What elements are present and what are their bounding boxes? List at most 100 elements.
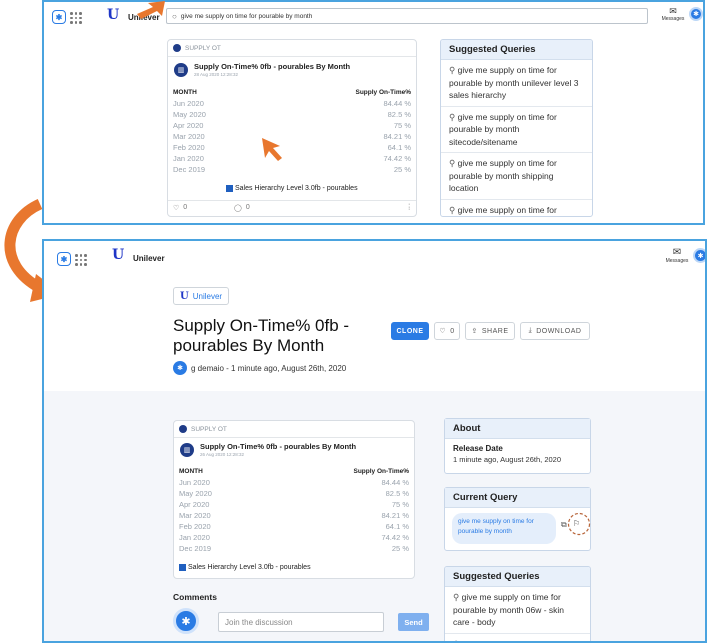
- card-divider: [168, 56, 416, 57]
- current-query-panel: Current Query give me supply on time for…: [444, 487, 591, 551]
- author-avatar[interactable]: ✱: [173, 361, 187, 375]
- download-label: DOWNLOAD: [536, 327, 582, 335]
- search-icon: ⚲: [449, 65, 458, 75]
- clone-button[interactable]: CLONE: [391, 322, 429, 340]
- download-button[interactable]: ⤓ DOWNLOAD: [520, 322, 590, 340]
- card-footer-label: Sales Hierarchy Level 3.0fb - pourables: [188, 564, 311, 571]
- suggested-query-item[interactable]: ⚲ give me supply on time for: [445, 634, 590, 642]
- copy-icon[interactable]: ⧉: [561, 520, 567, 530]
- unilever-logo: U: [180, 290, 189, 302]
- share-label: SHARE: [481, 327, 509, 335]
- page-title-line1: Supply On-Time% 0fb -: [173, 316, 350, 335]
- table-row: Mar 2020 84.21 %: [179, 510, 409, 521]
- org-tag-label: Unilever: [192, 291, 223, 301]
- value-cell: 64.1 %: [385, 522, 409, 531]
- suggested-query-item[interactable]: ⚲ give me supply on time for pourable by…: [441, 200, 592, 217]
- value-cell: 25 %: [393, 165, 411, 174]
- unilever-logo: U: [112, 247, 125, 263]
- month-cell: Jan 2020: [173, 154, 204, 163]
- table-row: Dec 2019 25 %: [173, 164, 411, 175]
- value-cell: 75 %: [393, 121, 411, 130]
- clone-label: CLONE: [396, 327, 424, 335]
- suggested-query-text: give me supply on time for pourable by m…: [449, 111, 557, 147]
- unilever-logo: U: [107, 7, 120, 23]
- apps-grid-icon[interactable]: [70, 12, 82, 24]
- suggested-query-text: give me supply on time for pourable by m…: [453, 592, 565, 627]
- table-row: Apr 2020 75 %: [179, 499, 409, 510]
- app-home-icon[interactable]: ✱: [52, 10, 66, 24]
- table-row: Feb 2020 64.1 %: [173, 142, 411, 153]
- release-label: Release Date: [453, 444, 503, 453]
- send-button[interactable]: Send: [398, 613, 429, 631]
- table-row: May 2020 82.5 %: [179, 488, 409, 499]
- search-input-value: give me supply on time for pourable by m…: [180, 12, 313, 20]
- top-screenshot-panel: ✱ U Unilever ○ give me supply on time fo…: [42, 0, 705, 225]
- col-month-header: MONTH: [173, 89, 197, 96]
- search-input[interactable]: ○ give me supply on time for pourable by…: [166, 8, 648, 24]
- value-cell: 74.42 %: [381, 533, 409, 542]
- messages-label: Messages: [665, 258, 689, 264]
- share-icon: ⇪: [471, 328, 478, 335]
- suggested-queries-title: Suggested Queries: [445, 567, 590, 587]
- table-row: Jan 2020 74.42 %: [179, 532, 409, 543]
- user-avatar[interactable]: ✱: [693, 248, 705, 263]
- pointer-arrow-icon: [262, 138, 282, 161]
- author-line: g demaio - 1 minute ago, August 26th, 20…: [191, 364, 347, 373]
- like-button[interactable]: ♡ 0: [173, 204, 187, 212]
- card-title[interactable]: Supply On-Time% 0fb - pourables By Month: [200, 442, 356, 451]
- month-cell: Feb 2020: [179, 522, 211, 531]
- result-card: SUPPLY OT ▥ Supply On-Time% 0fb - pourab…: [173, 420, 415, 579]
- suggested-query-item[interactable]: ⚲ give me supply on time for pourable by…: [441, 153, 592, 200]
- current-query-title: Current Query: [445, 488, 590, 508]
- card-footer-link[interactable]: Sales Hierarchy Level 3.0fb - pourables: [226, 185, 358, 192]
- value-cell: 75 %: [391, 500, 409, 509]
- card-title-icon: ▥: [180, 443, 194, 457]
- share-button[interactable]: ⇪ SHARE: [465, 322, 515, 340]
- messages-button[interactable]: ✉ Messages: [658, 6, 688, 22]
- suggested-query-item[interactable]: ⚲ give me supply on time for pourable by…: [441, 107, 592, 153]
- suggested-query-item[interactable]: ⚲ give me supply on time for pourable by…: [441, 60, 592, 107]
- send-label: Send: [404, 617, 423, 627]
- table-row: Apr 2020 75 %: [173, 120, 411, 131]
- table-row: Mar 2020 84.21 %: [173, 131, 411, 142]
- table-row: May 2020 82.5 %: [173, 109, 411, 120]
- card-footer-link[interactable]: Sales Hierarchy Level 3.0fb - pourables: [179, 564, 311, 571]
- heart-icon: ♡: [439, 328, 447, 335]
- card-source: SUPPLY OT: [173, 44, 221, 52]
- month-cell: May 2020: [173, 110, 206, 119]
- user-avatar[interactable]: ✱: [689, 7, 703, 21]
- more-options-icon[interactable]: · · ·: [408, 201, 410, 213]
- header-area: [44, 241, 705, 391]
- comment-button[interactable]: ◯ 0: [234, 204, 250, 212]
- like-count: 0: [450, 327, 455, 335]
- card-date: 28 Aug 2020 12:28:32: [194, 72, 239, 77]
- card-table: MONTH Supply On-Time% Jun 2020 84.44 % May…: [179, 466, 409, 554]
- table-header: MONTH Supply On-Time%: [179, 466, 409, 477]
- apps-grid-icon[interactable]: [75, 254, 87, 266]
- card-divider: [174, 437, 414, 438]
- month-cell: Apr 2020: [179, 500, 210, 509]
- current-query-text: give me supply on time for pourable by m…: [458, 518, 534, 535]
- bottom-screenshot-panel: ✱ U Unilever ✉ Messages ✱ U Unilever Sup…: [42, 239, 707, 643]
- card-source-label: SUPPLY OT: [191, 425, 227, 433]
- card-title[interactable]: Supply On-Time% 0fb - pourables By Month: [194, 62, 350, 71]
- app-home-icon[interactable]: ✱: [57, 252, 71, 266]
- value-cell: 74.42 %: [383, 154, 411, 163]
- table-row: Dec 2019 25 %: [179, 543, 409, 554]
- month-cell: Jun 2020: [173, 99, 204, 108]
- messages-button[interactable]: ✉ Messages: [662, 247, 692, 264]
- comments-title: Comments: [173, 592, 217, 602]
- pointer-arrow-icon: [137, 1, 165, 19]
- month-cell: Dec 2019: [179, 544, 212, 553]
- like-button[interactable]: ♡ 0: [434, 322, 460, 340]
- current-query-bubble[interactable]: give me supply on time for pourable by m…: [452, 513, 556, 544]
- card-bottom-divider: [168, 200, 416, 201]
- search-icon: ⚲: [449, 204, 458, 215]
- comment-input[interactable]: Join the discussion: [218, 612, 384, 632]
- value-cell: 84.44 %: [383, 99, 411, 108]
- value-cell: 84.44 %: [381, 478, 409, 487]
- org-tag[interactable]: U Unilever: [173, 287, 230, 305]
- hierarchy-icon: [179, 564, 186, 571]
- suggested-query-item[interactable]: ⚲ give me supply on time for pourable by…: [445, 587, 590, 634]
- card-footer-label: Sales Hierarchy Level 3.0fb - pourables: [235, 185, 358, 192]
